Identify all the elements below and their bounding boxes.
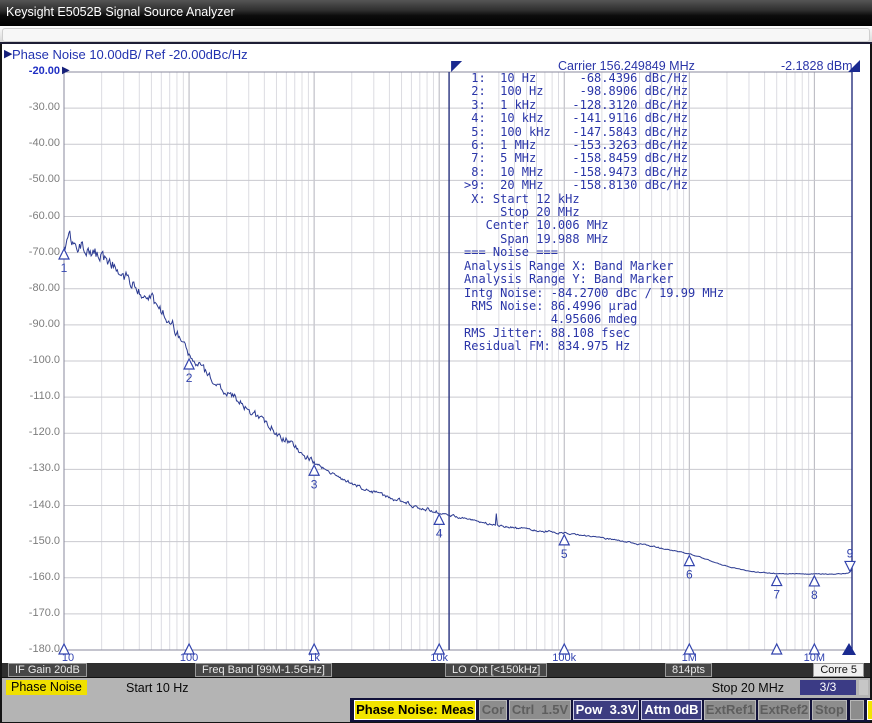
svg-text:4: 4 [436,526,443,540]
menu-bar[interactable] [0,26,872,44]
softkey-status-bar: Phase Noise: MeasCorCtrl 1.5VPow 3.3VAtt… [0,698,872,723]
channel-status-bar: IF Gain 20dB Freq Band [99M-1.5GHz] LO O… [0,663,872,677]
y-axis-label: -30.00 [4,101,60,113]
phase-noise-plot: 1 2 3 4 5 6 7 8 9 [2,44,872,663]
menu-bar-surface [2,28,870,42]
y-axis-label: -170.0 [4,607,60,619]
y-axis-label: -120.0 [4,426,60,438]
page-indicator: 3/3 [800,680,856,695]
svg-text:9: 9 [847,546,854,560]
softkey-extref1[interactable]: ExtRef1 [704,700,756,720]
y-axis-label: -40.00 [4,137,60,149]
y-axis-label: -60.00 [4,210,60,222]
softkey-phase-noise-meas[interactable]: Phase Noise: Meas [354,700,476,720]
sweep-stop-label: Stop 20 MHz [712,681,784,695]
y-axis-label: -100.0 [4,354,60,366]
freq-band-indicator: Freq Band [99M-1.5GHz] [195,663,332,677]
svg-text:7: 7 [773,588,780,602]
svg-text:2: 2 [186,371,193,385]
svg-text:1: 1 [61,261,68,275]
page-indicator-stub [859,680,868,695]
y-axis-label: -160.0 [4,571,60,583]
softkey-extref2[interactable]: ExtRef2 [758,700,810,720]
sweep-start-label: Start 10 Hz [126,681,189,695]
softkey-cutoff-stub[interactable] [850,700,864,720]
y-axis-label: -80.00 [4,282,60,294]
marker-readout-table: 1: 10 Hz -68.4396 dBc/Hz 2: 100 Hz -98.8… [464,72,724,354]
if-gain-indicator: IF Gain 20dB [8,663,87,677]
y-axis-label: -90.00 [4,318,60,330]
y-axis-label: -130.0 [4,462,60,474]
reference-level-arrow-icon: ▶ [62,65,70,76]
y-axis-reference-label: -20.00 [4,65,60,77]
y-axis-label: -180.0 [4,643,60,655]
active-trace-chip[interactable]: Phase Noise [6,680,87,695]
y-axis-label: -140.0 [4,499,60,511]
instrument-screen: Keysight E5052B Signal Source Analyzer ▶… [0,0,872,723]
correlation-indicator: Corre 5 [813,663,864,677]
measurement-panel: ▶ Phase Noise 10.00dB/ Ref -20.00dBc/Hz … [0,44,872,663]
svg-text:5: 5 [561,547,568,561]
points-indicator: 814pts [665,663,712,677]
svg-text:8: 8 [811,588,818,602]
softkey-ctrl-1-5v[interactable]: Ctrl 1.5V [509,700,571,720]
window-title: Keysight E5052B Signal Source Analyzer [6,5,235,19]
svg-text:3: 3 [311,477,318,491]
softkey-attn-0db[interactable]: Attn 0dB [641,700,702,720]
softkey-stop[interactable]: Stop [812,700,847,720]
svg-text:6: 6 [686,568,693,582]
y-axis-label: -110.0 [4,390,60,402]
softkey-cor[interactable]: Cor [479,700,507,720]
y-axis-label: -50.00 [4,173,60,185]
softkey-cutoff-yellow[interactable] [867,700,872,720]
softkey-pow-3-3v[interactable]: Pow 3.3V [573,700,639,720]
y-axis-label: -150.0 [4,535,60,547]
trace-status-bar: Phase Noise Start 10 Hz Stop 20 MHz 3/3 [0,677,872,698]
window-title-bar: Keysight E5052B Signal Source Analyzer [0,0,872,26]
lo-opt-indicator: LO Opt [<150kHz] [445,663,547,677]
y-axis-label: -70.00 [4,246,60,258]
